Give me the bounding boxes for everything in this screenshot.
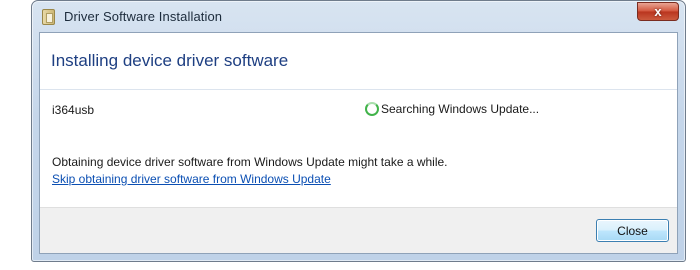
window-title: Driver Software Installation xyxy=(64,9,223,24)
device-name: i364usb xyxy=(52,103,95,117)
close-icon: x xyxy=(654,4,662,19)
dialog-footer: Close xyxy=(40,207,677,253)
window-close-button[interactable]: x xyxy=(637,2,679,21)
device-status: Searching Windows Update... xyxy=(365,102,539,116)
driver-installation-window: Driver Software Installation x Installin… xyxy=(31,0,686,262)
info-text: Obtaining device driver software from Wi… xyxy=(52,155,448,169)
dialog-heading: Installing device driver software xyxy=(51,51,289,70)
dialog-content: Installing device driver software i364us… xyxy=(39,32,678,254)
title-bar[interactable]: Driver Software Installation x xyxy=(32,1,685,32)
driver-installation-icon xyxy=(42,9,55,25)
device-status-text: Searching Windows Update... xyxy=(381,102,540,116)
close-button[interactable]: Close xyxy=(596,219,669,242)
heading-divider xyxy=(40,89,677,90)
searching-spinner-icon xyxy=(365,102,379,116)
skip-windows-update-link[interactable]: Skip obtaining driver software from Wind… xyxy=(52,172,331,186)
